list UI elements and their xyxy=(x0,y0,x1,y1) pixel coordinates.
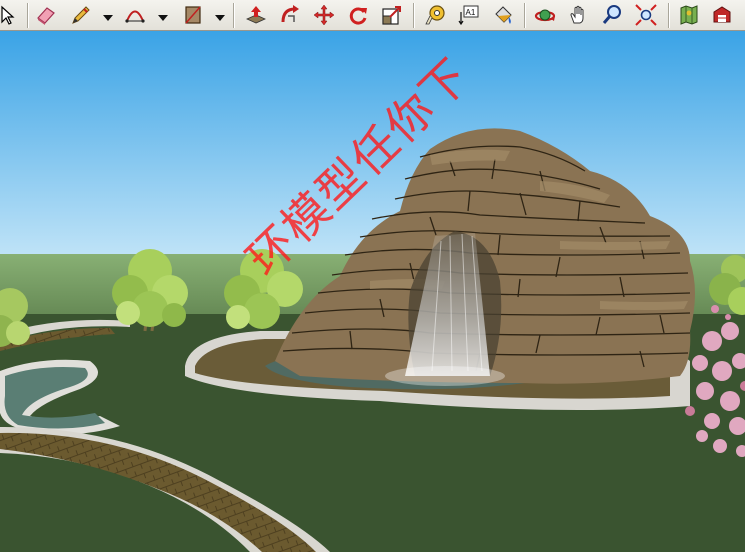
toolbar-separator xyxy=(27,3,29,28)
magnifier-icon xyxy=(602,5,621,24)
add-location-tool-button[interactable] xyxy=(676,2,702,28)
chevron-down-icon xyxy=(215,15,225,21)
follow-me-icon xyxy=(281,5,299,23)
follow-me-tool-button[interactable] xyxy=(277,2,303,28)
arc-tool-button[interactable] xyxy=(122,2,148,28)
rotate-icon xyxy=(349,7,367,25)
toolbar-separator xyxy=(668,3,670,28)
arc-dropdown-arrow[interactable] xyxy=(157,9,169,21)
toolbar-separator xyxy=(413,3,415,28)
orbit-icon xyxy=(534,9,556,22)
scale-tool-button[interactable] xyxy=(379,2,405,28)
arc-icon xyxy=(125,10,145,23)
eraser-icon xyxy=(37,7,55,25)
rectangle-dropdown-arrow[interactable] xyxy=(214,9,226,21)
pan-tool-button[interactable] xyxy=(566,2,592,28)
pencil-line-tool-button[interactable] xyxy=(68,2,94,28)
move-tool-button[interactable] xyxy=(311,2,337,28)
warehouse-tool-button[interactable] xyxy=(709,2,735,28)
paint-bucket-icon xyxy=(495,6,512,24)
chevron-down-icon xyxy=(103,15,113,21)
push-pull-icon xyxy=(246,6,266,24)
zoom-extents-tool-button[interactable] xyxy=(633,2,659,28)
eraser-tool-button[interactable] xyxy=(33,2,59,28)
move-arrows-icon xyxy=(313,4,335,26)
toolbar-separator xyxy=(233,3,235,28)
zoom-extents-icon xyxy=(635,4,657,26)
text-tool-button[interactable]: A1 xyxy=(455,2,481,28)
orbit-tool-button[interactable] xyxy=(532,2,558,28)
svg-text:A1: A1 xyxy=(466,8,476,17)
pencil-icon xyxy=(72,6,90,24)
rectangle-icon xyxy=(185,6,201,24)
chevron-down-icon xyxy=(158,15,168,21)
tape-measure-tool-button[interactable] xyxy=(422,2,448,28)
3d-viewport[interactable]: 环模型任你下 xyxy=(0,31,745,552)
rectangle-tool-button[interactable] xyxy=(180,2,206,28)
select-tool-button[interactable] xyxy=(0,2,20,28)
toolbar: A1 xyxy=(0,0,745,31)
tape-measure-icon xyxy=(425,5,445,25)
hand-icon xyxy=(570,5,584,24)
paint-bucket-tool-button[interactable] xyxy=(490,2,516,28)
text-label-icon: A1 xyxy=(458,5,479,26)
scale-icon xyxy=(382,6,401,25)
toolbar-separator xyxy=(524,3,526,28)
warehouse-icon xyxy=(713,6,731,23)
rotate-tool-button[interactable] xyxy=(345,2,371,28)
pencil-dropdown-arrow[interactable] xyxy=(102,9,114,21)
arrow-cursor-icon xyxy=(1,5,15,25)
zoom-tool-button[interactable] xyxy=(600,2,626,28)
map-location-icon xyxy=(680,5,698,25)
push-pull-tool-button[interactable] xyxy=(243,2,269,28)
